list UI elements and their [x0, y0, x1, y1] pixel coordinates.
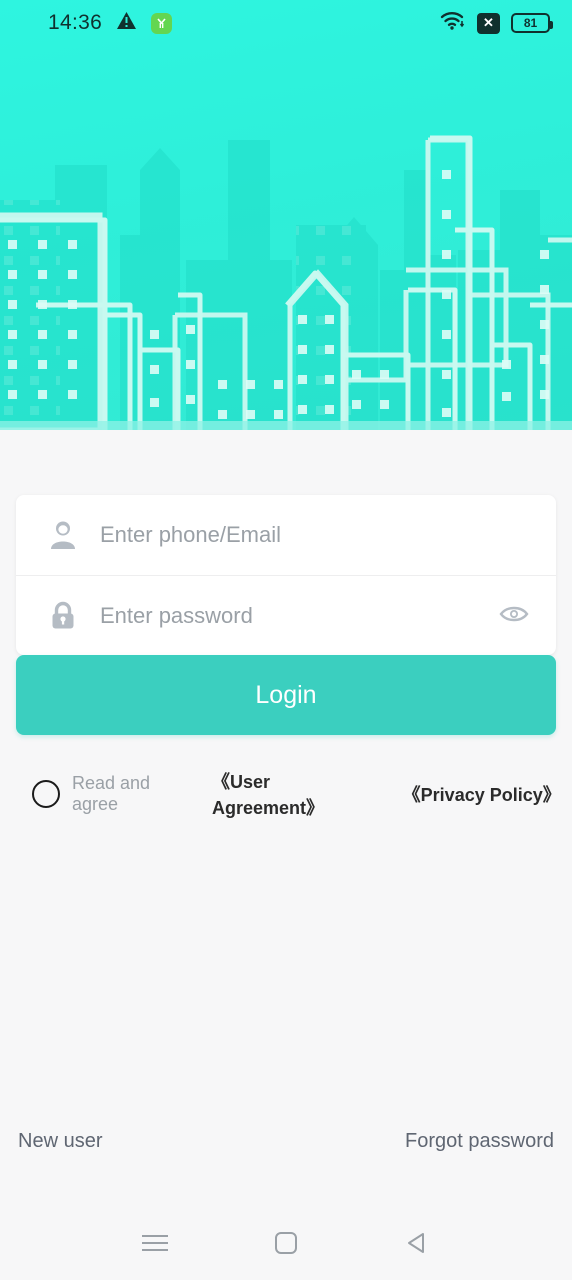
battery-icon: 81 — [511, 13, 553, 33]
lock-icon — [46, 601, 80, 631]
agreement-checkbox[interactable] — [32, 780, 60, 808]
back-button[interactable] — [393, 1220, 441, 1268]
wifi-icon — [440, 11, 466, 36]
person-icon — [46, 520, 80, 550]
login-content: Login Read and agree 《User Agreement》 《P… — [0, 430, 572, 1280]
status-time: 14:36 — [48, 11, 103, 34]
android-nav-bar — [0, 1208, 572, 1280]
user-agreement-link[interactable]: 《User Agreement》 — [212, 768, 377, 820]
city-skyline-illustration — [0, 135, 572, 430]
status-bar-left: 14:36 — [48, 11, 173, 35]
login-button[interactable]: Login — [16, 655, 556, 735]
username-input[interactable] — [80, 522, 532, 548]
toggle-password-visibility-button[interactable] — [496, 598, 532, 634]
battery-level: 81 — [523, 16, 538, 30]
username-field-row[interactable] — [16, 495, 556, 575]
footer-links: New user Forgot password — [0, 1130, 572, 1153]
green-app-badge-icon — [151, 12, 173, 34]
new-user-link[interactable]: New user — [18, 1130, 102, 1153]
privacy-policy-link[interactable]: 《Privacy Policy》 — [403, 781, 561, 807]
login-form-card — [16, 495, 556, 655]
password-input[interactable] — [80, 602, 496, 629]
warning-triangle-icon — [116, 11, 137, 35]
menu-icon — [140, 1232, 170, 1257]
agreement-row: Read and agree 《User Agreement》 《Privacy… — [32, 768, 561, 820]
status-bar-right: ✕ 81 — [440, 11, 553, 36]
home-button[interactable] — [262, 1220, 310, 1268]
status-bar: 14:36 ✕ 81 — [0, 0, 572, 46]
hero-bottom-band — [0, 421, 572, 430]
hero-banner: 14:36 ✕ 81 — [0, 0, 572, 430]
x-badge-icon: ✕ — [477, 12, 500, 34]
home-square-icon — [273, 1230, 299, 1259]
password-field-row[interactable] — [16, 575, 556, 655]
eye-icon — [499, 604, 529, 627]
recents-button[interactable] — [131, 1220, 179, 1268]
back-triangle-icon — [404, 1230, 430, 1259]
forgot-password-link[interactable]: Forgot password — [405, 1130, 554, 1153]
agreement-prefix-label: Read and agree — [72, 773, 151, 814]
